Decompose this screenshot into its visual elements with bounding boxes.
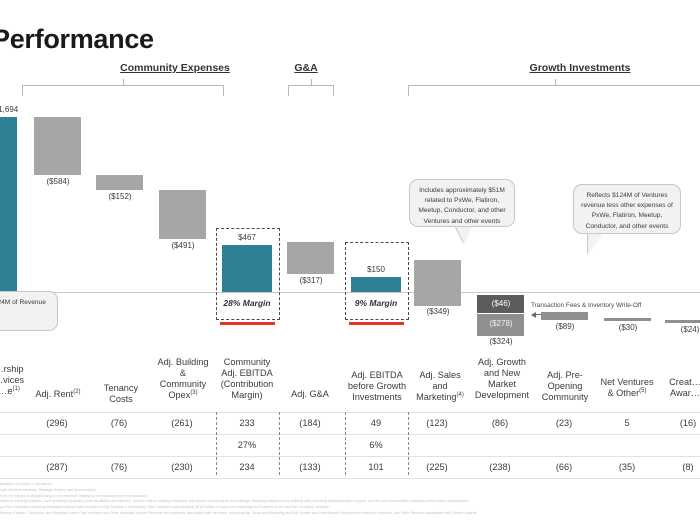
table-cell: (8) [682,462,694,472]
bar-label-growth-segment-top: ($46) [491,299,511,308]
group-label-growth-investments: Growth Investments [529,62,631,74]
bar-creator-awards[interactable] [665,320,700,323]
axis-label-tenancy-costs: Tenancy Costs [103,383,139,404]
slide-root: Performance Community Expenses G&A Growt… [0,0,700,525]
callout-ventures-revenue-text: $124M of Revenue [0,299,46,306]
bar-net-ventures-other[interactable] [604,318,651,321]
bar-ebitda-before-growth[interactable] [351,277,401,292]
callout-tail-icon [588,234,602,254]
bar-label-adj-rent: ($584) [46,177,70,186]
data-table: (296) (76) (261) 233 (184) 49 (123) (86) (23) 5 (1… [0,412,700,479]
bar-label-tenancy-costs: ($152) [108,192,132,201]
group-bracket-g-and-a [288,79,334,96]
axis-label-adj-gna: Adj. G&A [291,389,329,399]
table-cell: (66) [555,462,573,472]
table-highlight-ebitda-before-growth [345,412,409,475]
table-cell: (76) [110,462,128,472]
group-label-g-and-a: G&A [294,62,318,74]
bar-label-net-ventures-other: ($30) [618,323,638,332]
bar-building-community-opex[interactable] [159,190,206,239]
bar-label-creator-awards: ($24) [680,325,700,334]
bar-adj-gna[interactable] [287,242,334,274]
group-bracket-growth-investments [408,79,700,96]
table-cell: (287) [46,462,68,472]
axis-label-creator-awards: Creat… Awar… [669,377,700,398]
bar-tenancy-costs[interactable] [96,175,143,190]
callout-net-ventures: Reflects $124M of Ventures revenue less … [573,184,681,254]
bar-adj-rent[interactable] [34,117,81,175]
bar-label-growth-new-market-total: ($324) [489,337,513,346]
underline-bar-community-ebitda [220,322,275,325]
footnotes: …esentation of results of operations…d w… [0,482,700,517]
footnote-line: …, Meetup, Flatiron, Conductor, and Stra… [0,511,477,516]
bar-label-ebitda-before-growth: $150 [367,265,385,274]
margin-label-ebitda: 9% Margin [354,298,398,308]
page-title: Performance [0,24,154,54]
bar-label-adj-sales-marketing: ($349) [426,307,450,316]
bar-pre-opening-community[interactable] [541,312,588,320]
table-cell: (16) [679,418,697,428]
group-label-community-expenses: Community Expenses [120,62,230,74]
bar-label-adj-gna: ($317) [299,276,323,285]
callout-sales-marketing: Includes approximately $51M related to P… [409,179,515,243]
table-cell: (261) [171,418,193,428]
bar-adj-sales-marketing[interactable] [414,260,461,306]
axis-label-membership: …rship…vices…e(1) [0,364,25,396]
callout-sales-marketing-text: Includes approximately $51M related to P… [418,187,506,225]
callout-tail-icon [456,227,472,243]
table-cell: (296) [46,418,68,428]
axis-label-net-ventures: Net Ventures & Other(5) [600,377,654,398]
bar-community-adj-ebitda[interactable] [222,245,272,292]
x-axis-labels: …rship…vices…e(1) Adj. Rent(2) Tenancy C… [0,357,700,410]
axis-label-ebitda-before-growth: Adj. EBITDA before Growth Investments [347,370,407,402]
table-cell: (35) [618,462,636,472]
table-cell: (23) [555,418,573,428]
axis-label-growth-new-market: Adj. Growth and New Market Development [474,357,530,400]
bar-label-building-community-opex: ($491) [171,241,195,250]
bar-label-membership-revenue: $1,694 [0,105,19,114]
callout-ventures-revenue: $124M of Revenue [0,291,58,331]
bar-label-community-adj-ebitda: $467 [238,233,256,242]
table-cell: (133) [299,462,321,472]
table-cell: (76) [110,418,128,428]
axis-label-community-ebitda: Community Adj. EBITDA (Contribution Margin) [220,357,274,400]
axis-label-building-opex: Adj. Building & Community Opex(3) [157,357,209,400]
table-cell: (86) [491,418,509,428]
transaction-fees-annotation: Transaction Fees & Inventory Write-Off [531,302,642,309]
axis-label-adj-rent: Adj. Rent(2) [35,389,81,400]
table-cell: (225) [426,462,448,472]
margin-label-community: 28% Margin [223,298,271,308]
bar-label-growth-segment-bottom: ($278) [489,319,513,328]
underline-bar-ebitda-before-growth [349,322,404,325]
table-cell: (238) [489,462,511,472]
table-cell: (184) [299,418,321,428]
table-cell: (123) [426,418,448,428]
callout-net-ventures-text: Reflects $124M of Ventures revenue less … [581,192,673,230]
axis-label-pre-opening: Adj. Pre- Opening Community [541,370,589,402]
table-highlight-community-ebitda [216,412,280,475]
table-cell: 5 [624,418,630,428]
axis-label-sales-marketing: Adj. Sales and Marketing(4) [416,370,464,402]
bar-membership-revenue[interactable] [0,117,17,292]
bar-label-pre-opening-community: ($89) [555,322,575,331]
group-bracket-community-expenses [22,79,224,96]
table-cell: (230) [171,462,193,472]
